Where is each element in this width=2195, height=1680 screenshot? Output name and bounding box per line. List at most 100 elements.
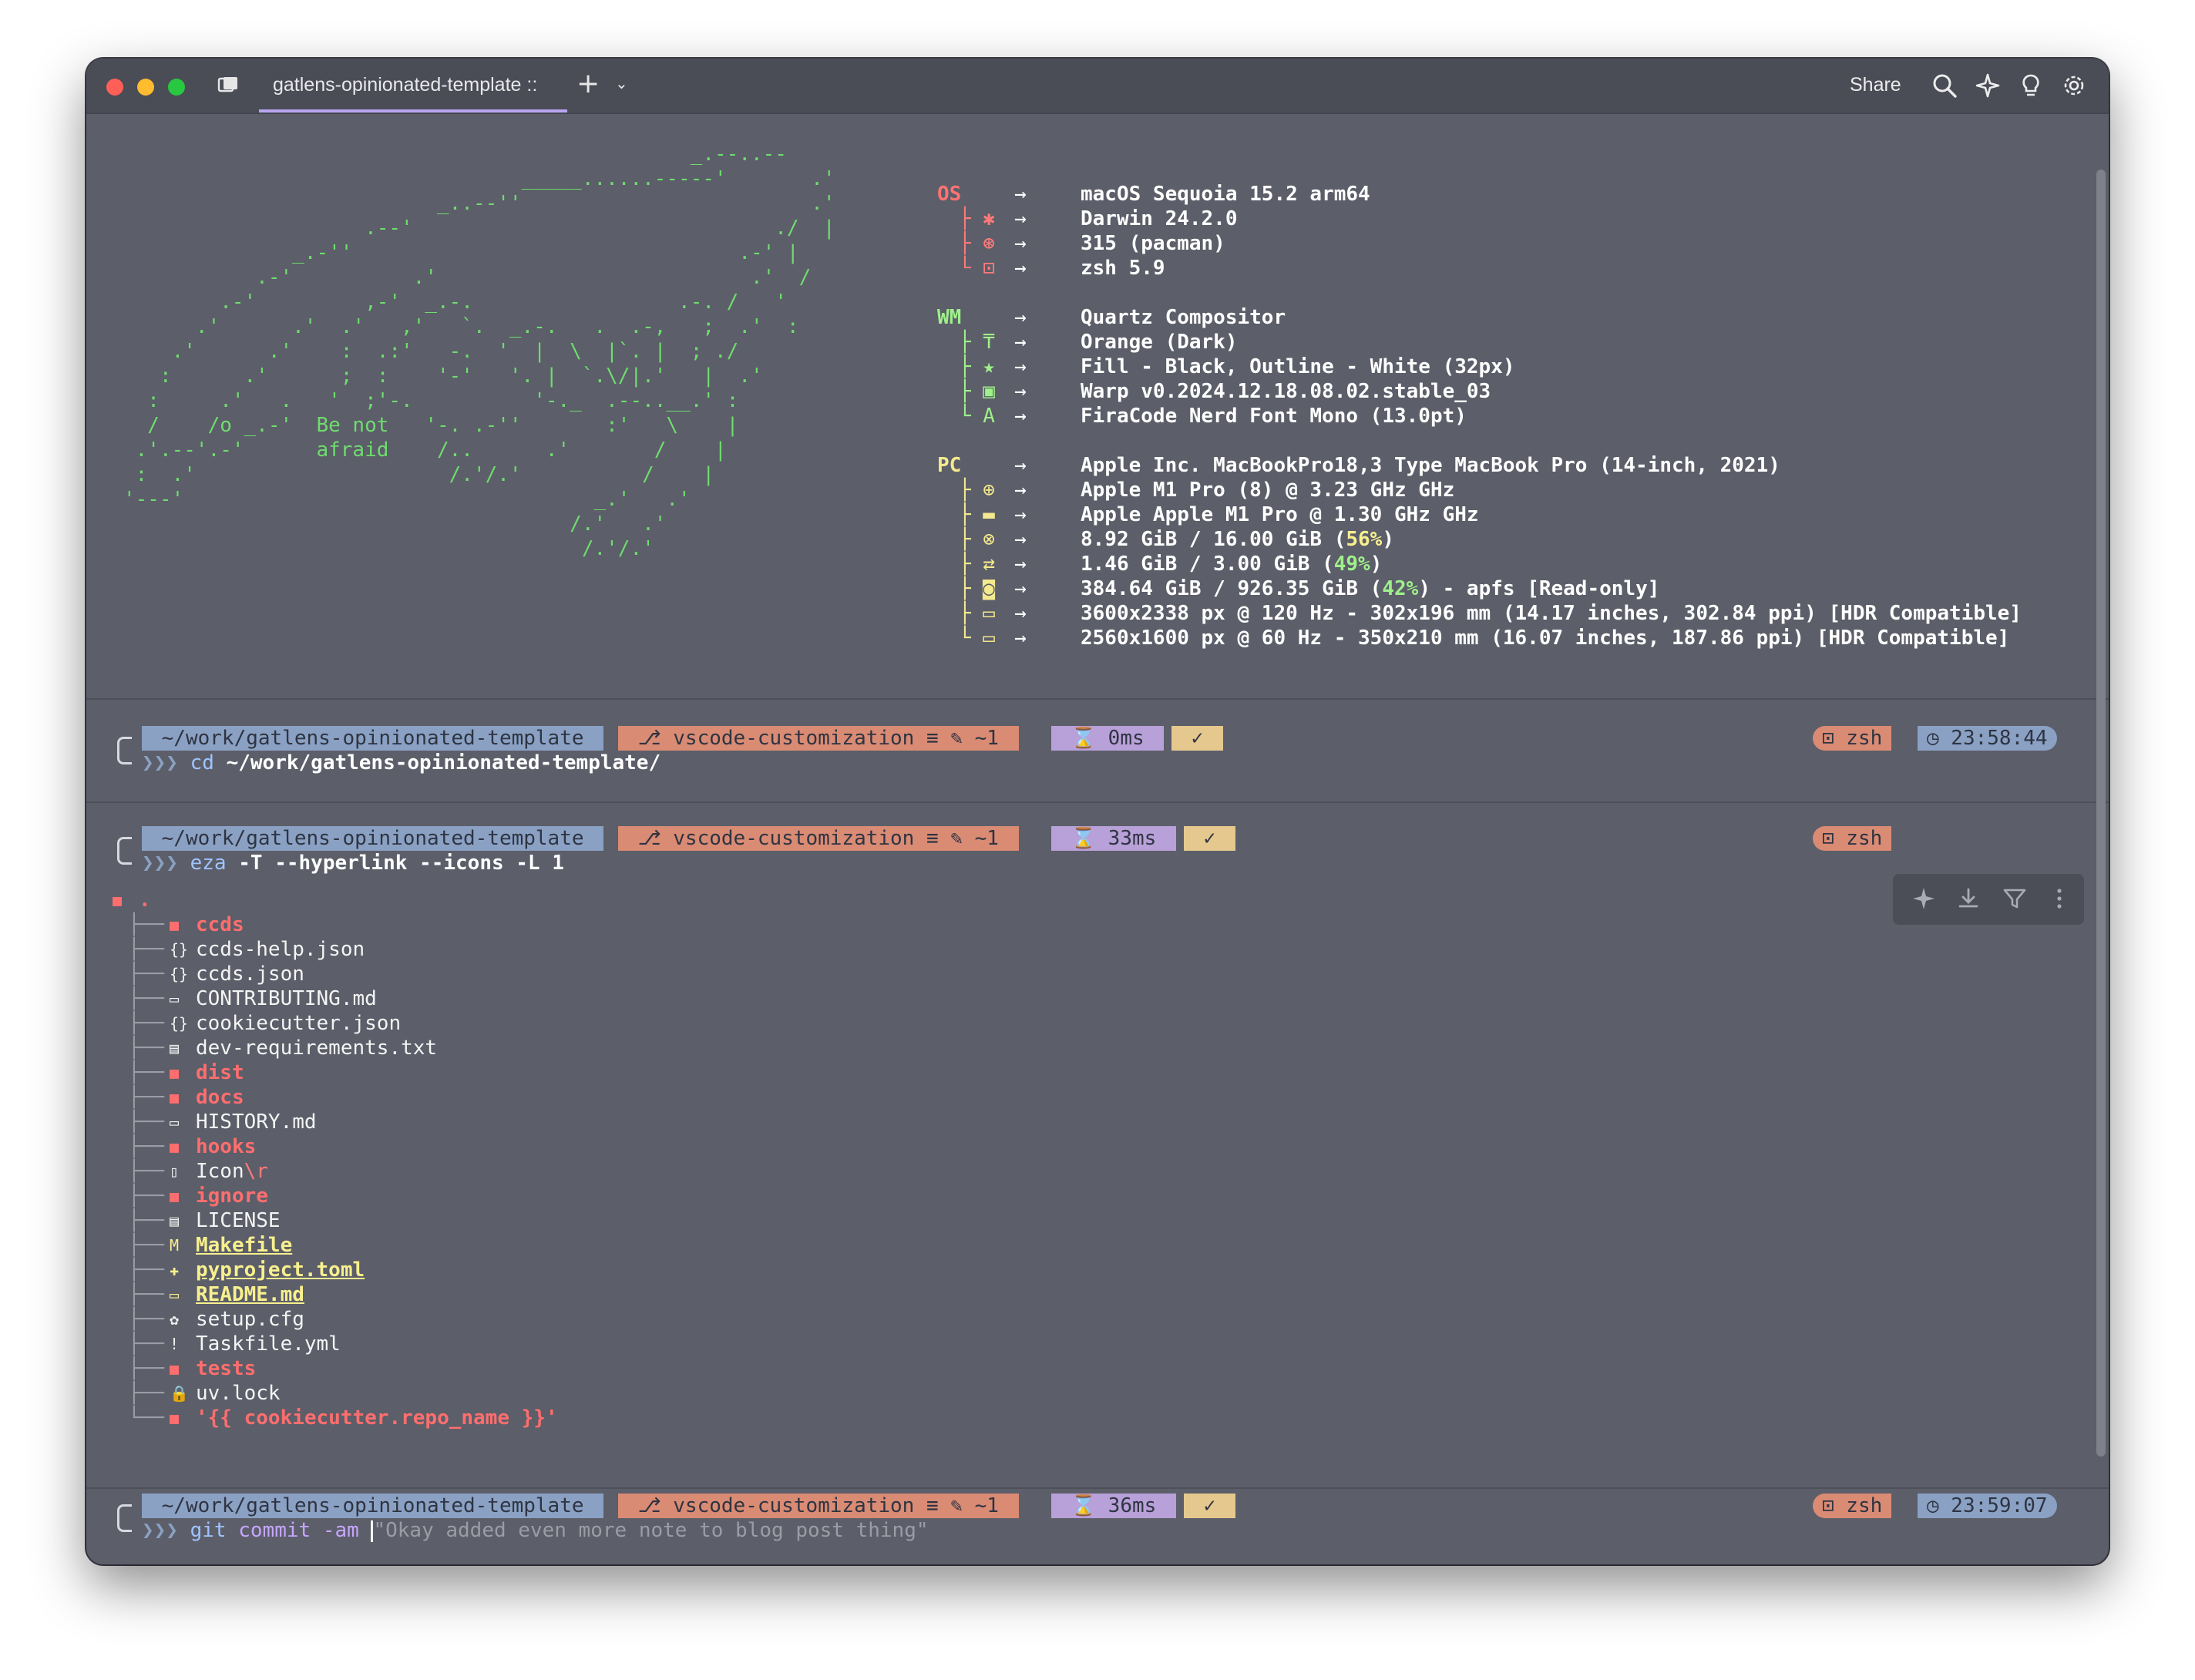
zoom-window-button[interactable] xyxy=(168,79,185,96)
file-icon: ▭ xyxy=(170,990,180,1008)
sysinfo-value: FiraCode Nerd Font Mono (13.0pt) xyxy=(1081,405,1467,428)
new-tab-button[interactable]: + xyxy=(576,68,600,99)
file-name[interactable]: LICENSE xyxy=(196,1208,281,1233)
tree-branch: ├── xyxy=(128,1283,164,1306)
arrow-icon: → xyxy=(1014,577,1027,600)
command-input[interactable]: ❯❯❯ git commit -am "Okay added even more… xyxy=(142,1518,929,1543)
lightbulb-icon[interactable] xyxy=(2018,72,2044,99)
file-name[interactable]: dist xyxy=(196,1060,244,1085)
sparkle-icon[interactable] xyxy=(1910,885,1938,912)
sysinfo-value: Fill - Black, Outline - White (32px) xyxy=(1081,355,1515,378)
filter-icon[interactable] xyxy=(2001,885,2029,912)
tree-root-name: . xyxy=(139,889,151,912)
sysinfo-glyph-icon: ├ ⇄ xyxy=(959,553,995,576)
command-args: commit xyxy=(226,1519,311,1542)
file-name[interactable]: ccds-help.json xyxy=(196,937,365,962)
share-button[interactable]: Share xyxy=(1850,74,1901,96)
scrollbar[interactable] xyxy=(2096,170,2106,1457)
block-separator xyxy=(86,1487,2109,1489)
file-name[interactable]: Taskfile.yml xyxy=(196,1332,341,1356)
arrow-icon: → xyxy=(1014,355,1027,378)
file-name[interactable]: ccds.json xyxy=(196,962,304,986)
tree-branch: ├── xyxy=(128,1184,164,1208)
gear-icon[interactable] xyxy=(2061,72,2087,99)
tree-branch: ├── xyxy=(128,913,164,936)
file-name[interactable]: uv.lock xyxy=(196,1381,281,1406)
sysinfo-glyph-icon: └ A xyxy=(959,405,995,428)
prompt-path: ~/work/gatlens-opinionated-template xyxy=(142,726,604,751)
sysinfo-glyph-icon: └ ▭ xyxy=(959,627,995,650)
command-name: eza xyxy=(190,852,227,875)
close-window-button[interactable] xyxy=(106,79,123,96)
file-name[interactable]: tests xyxy=(196,1356,256,1381)
file-name[interactable]: Icon\r xyxy=(196,1159,268,1184)
tree-branch: ├── xyxy=(128,1258,164,1282)
file-name[interactable]: dev-requirements.txt xyxy=(196,1036,437,1060)
sysinfo-value: Apple Apple M1 Pro @ 1.30 GHz GHz xyxy=(1081,503,1479,526)
prompt-chevrons: ❯❯❯ xyxy=(142,1519,190,1542)
file-name[interactable]: ignore xyxy=(196,1184,268,1208)
file-name[interactable]: '{{ cookiecutter.repo_name }}' xyxy=(196,1406,558,1430)
file-name[interactable]: Makefile xyxy=(196,1233,292,1258)
arrow-icon: → xyxy=(1014,627,1027,650)
sysinfo-value: 315 (pacman) xyxy=(1081,232,1225,255)
file-icon: M xyxy=(170,1236,180,1255)
title-bar: gatlens-opinionated-template :: + ⌄ Shar… xyxy=(86,59,2109,114)
file-icon: {} xyxy=(170,940,189,959)
prompt-status: ✓ xyxy=(1184,826,1235,851)
folder-icon: ■ xyxy=(170,916,180,934)
sysinfo-value: Darwin 24.2.0 xyxy=(1081,207,1238,230)
panel-icon[interactable] xyxy=(217,76,239,99)
prompt-corner xyxy=(117,837,132,865)
clock-badge: ◷ 23:59:07 xyxy=(1918,1494,2057,1518)
prompt-chevrons: ❯❯❯ xyxy=(142,751,190,774)
sysinfo-value: 8.92 GiB / 16.00 GiB (56%) xyxy=(1081,528,1394,551)
sysinfo-glyph-icon: ├ ◙ xyxy=(959,577,995,600)
sysinfo-glyph-icon: ├ ✱ xyxy=(959,207,995,230)
sysinfo-value: Apple Inc. MacBookPro18,3 Type MacBook P… xyxy=(1081,454,1780,477)
prompt-corner xyxy=(117,1504,132,1532)
file-name[interactable]: hooks xyxy=(196,1134,256,1159)
file-name[interactable]: CONTRIBUTING.md xyxy=(196,986,377,1011)
sysinfo-value: 1.46 GiB / 3.00 GiB (49%) xyxy=(1081,553,1383,576)
arrow-icon: → xyxy=(1014,479,1027,502)
file-icon: ▤ xyxy=(170,1211,180,1230)
file-name[interactable]: ccds xyxy=(196,912,244,937)
prompt-path: ~/work/gatlens-opinionated-template xyxy=(142,1494,604,1518)
file-name[interactable]: docs xyxy=(196,1085,244,1110)
file-icon: ▭ xyxy=(170,1113,180,1131)
arrow-icon: → xyxy=(1014,454,1027,477)
file-name[interactable]: cookiecutter.json xyxy=(196,1011,401,1036)
tree-branch: ├── xyxy=(128,1086,164,1109)
arrow-icon: → xyxy=(1014,528,1027,551)
tree-branch: ├── xyxy=(128,1061,164,1084)
file-icon: {} xyxy=(170,1014,189,1033)
usage-percent: 42% xyxy=(1382,577,1419,600)
usage-percent: 49% xyxy=(1333,553,1370,576)
more-options-icon[interactable] xyxy=(2045,885,2073,912)
command-args: -T --hyperlink --icons -L 1 xyxy=(226,852,564,875)
file-name[interactable]: HISTORY.md xyxy=(196,1110,317,1134)
sysinfo-glyph-icon: ├ ▣ xyxy=(959,380,995,403)
sysinfo-value: macOS Sequoia 15.2 arm64 xyxy=(1081,183,1370,206)
tab-active[interactable]: gatlens-opinionated-template :: xyxy=(259,59,567,113)
file-name[interactable]: setup.cfg xyxy=(196,1307,304,1332)
file-name[interactable]: pyproject.toml xyxy=(196,1258,365,1282)
minimize-window-button[interactable] xyxy=(137,79,154,96)
terminal-window: gatlens-opinionated-template :: + ⌄ Shar… xyxy=(86,59,2109,1564)
block-toolbar xyxy=(1893,874,2084,925)
sysinfo-value: 384.64 GiB / 926.35 GiB (42%) - apfs [Re… xyxy=(1081,577,1660,600)
tree-branch: ├── xyxy=(128,938,164,961)
sparkle-icon[interactable] xyxy=(1975,72,2001,99)
prompt-corner xyxy=(117,737,132,764)
file-name[interactable]: README.md xyxy=(196,1282,304,1307)
block-separator xyxy=(86,801,2109,803)
search-icon[interactable] xyxy=(1931,72,1958,99)
command-name: git xyxy=(190,1519,227,1542)
tree-branch: ├── xyxy=(128,1308,164,1331)
file-icon: ! xyxy=(170,1335,180,1353)
chevron-down-icon[interactable]: ⌄ xyxy=(615,74,628,92)
sysinfo-glyph-icon: ├ ▬ xyxy=(959,503,995,526)
clock-badge: ◷ 23:58:44 xyxy=(1918,726,2057,751)
download-icon[interactable] xyxy=(1955,885,1982,912)
